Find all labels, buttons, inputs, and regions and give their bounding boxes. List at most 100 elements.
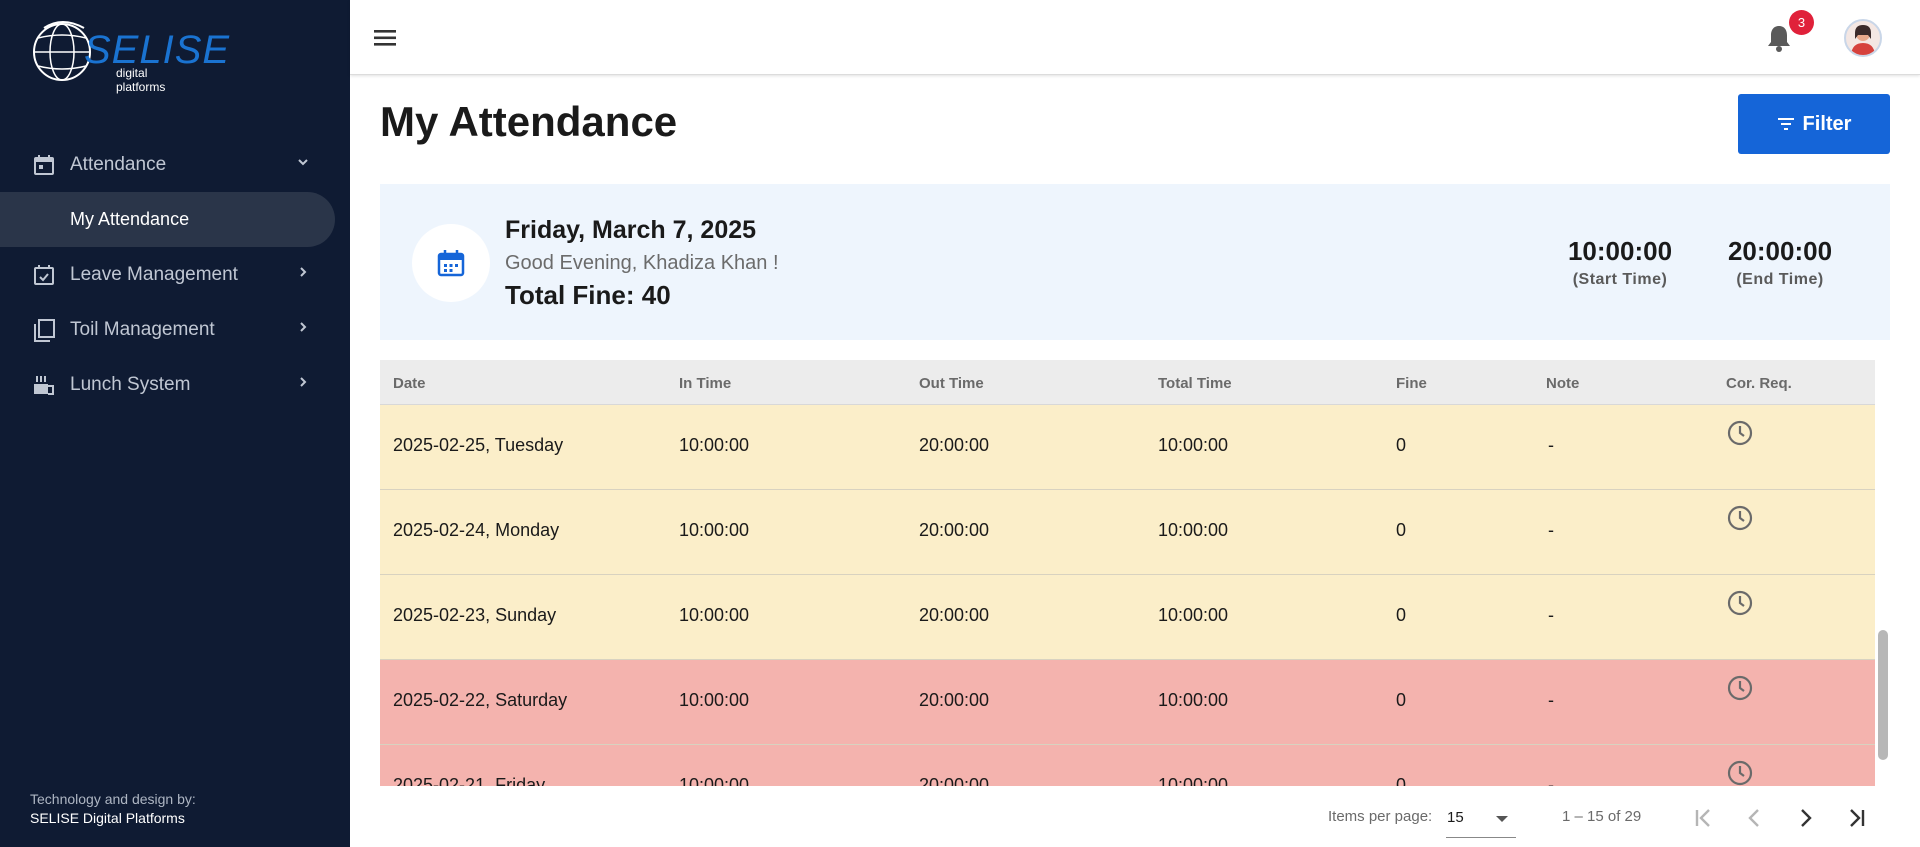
- column-header-correction-request[interactable]: Cor. Req.: [1726, 375, 1792, 392]
- cell-fine: 0: [1396, 605, 1407, 625]
- cell-fine: 0: [1396, 520, 1407, 540]
- cell-out-time: 20:00:00: [919, 775, 990, 786]
- chevron-left-icon: [1748, 809, 1759, 827]
- next-page-button[interactable]: [1787, 800, 1823, 836]
- correction-request-clock-icon[interactable]: [1726, 759, 1754, 786]
- correction-request-clock-icon[interactable]: [1726, 504, 1754, 532]
- brand-tagline: digital platforms: [116, 66, 166, 94]
- last-page-icon: [1850, 809, 1865, 827]
- cell-date: 2025-02-25, Tuesday: [393, 435, 564, 455]
- filter-button-label: Filter: [1802, 112, 1852, 135]
- previous-page-button[interactable]: [1737, 800, 1773, 836]
- sidebar-item-label: Leave Management: [70, 263, 238, 285]
- column-header-note[interactable]: Note: [1546, 375, 1579, 392]
- chevron-right-icon: [1801, 809, 1812, 827]
- cell-fine: 0: [1396, 690, 1407, 710]
- calendar-icon: [30, 151, 58, 179]
- user-avatar[interactable]: [1844, 19, 1882, 57]
- summary-greeting: Good Evening, Khadiza Khan !: [505, 252, 779, 274]
- cell-out-time: 20:00:00: [919, 690, 990, 710]
- table-row: 2025-02-25, Tuesday 10:00:00 20:00:00 10…: [380, 405, 1875, 490]
- sidebar: SELISE digital platforms Attendance My A…: [0, 0, 350, 847]
- chevron-down-icon: [298, 159, 308, 166]
- table-scrollbar-thumb[interactable]: [1878, 630, 1888, 760]
- correction-request-clock-icon[interactable]: [1726, 419, 1754, 447]
- sidebar-item-label: Toil Management: [70, 318, 215, 340]
- cell-in-time: 10:00:00: [679, 520, 750, 540]
- selise-logo[interactable]: SELISE digital platforms: [30, 14, 229, 94]
- sidebar-item-lunch-system[interactable]: Lunch System: [0, 357, 350, 412]
- items-per-page-value: 15: [1447, 809, 1464, 826]
- attendance-summary-card: Friday, March 7, 2025 Good Evening, Khad…: [380, 184, 1890, 340]
- footer-company: SELISE Digital Platforms: [30, 810, 185, 826]
- cell-total-time: 10:00:00: [1158, 520, 1229, 540]
- table-row: 2025-02-23, Sunday 10:00:00 20:00:00 10:…: [380, 575, 1875, 660]
- sidebar-item-leave-management[interactable]: Leave Management: [0, 247, 350, 302]
- column-header-out-time[interactable]: Out Time: [919, 375, 984, 392]
- cell-date: 2025-02-24, Monday: [393, 520, 560, 540]
- start-time-value: 10:00:00: [1567, 236, 1673, 266]
- table-row: 2025-02-22, Saturday 10:00:00 20:00:00 1…: [380, 660, 1875, 745]
- cell-note: -: [1548, 775, 1554, 786]
- end-time-label: (End Time): [1736, 271, 1824, 288]
- cell-note: -: [1548, 605, 1554, 625]
- copy-icon: [30, 316, 58, 344]
- food-tray-icon: [30, 371, 58, 399]
- attendance-table: Date In Time Out Time Total Time Fine No…: [380, 360, 1875, 786]
- calendar-icon: [437, 250, 465, 277]
- cell-total-time: 10:00:00: [1158, 775, 1229, 786]
- cell-date: 2025-02-22, Saturday: [393, 690, 568, 710]
- table-row: 2025-02-24, Monday 10:00:00 20:00:00 10:…: [380, 490, 1875, 575]
- cell-date: 2025-02-21, Friday: [393, 775, 546, 786]
- table-row: 2025-02-21, Friday 10:00:00 20:00:00 10:…: [380, 745, 1875, 786]
- cell-note: -: [1548, 520, 1554, 540]
- items-per-page-select[interactable]: 15: [1446, 800, 1516, 838]
- sidebar-item-my-attendance[interactable]: My Attendance: [0, 192, 335, 247]
- column-header-fine[interactable]: Fine: [1396, 375, 1427, 392]
- cell-date: 2025-02-23, Sunday: [393, 605, 557, 625]
- cell-out-time: 20:00:00: [919, 435, 990, 455]
- correction-request-clock-icon[interactable]: [1726, 589, 1754, 617]
- summary-date: Friday, March 7, 2025: [505, 216, 757, 244]
- cell-fine: 0: [1396, 775, 1407, 786]
- table-header: Date In Time Out Time Total Time Fine No…: [380, 360, 1875, 405]
- page-title: My Attendance: [380, 98, 678, 145]
- end-time-value: 20:00:00: [1727, 236, 1833, 266]
- column-header-date[interactable]: Date: [393, 375, 426, 392]
- cell-note: -: [1548, 690, 1554, 710]
- summary-total-fine: Total Fine: 40: [505, 280, 671, 310]
- cell-total-time: 10:00:00: [1158, 435, 1229, 455]
- chevron-right-icon: [300, 377, 307, 387]
- sidebar-nav: Attendance My Attendance Leave Managemen…: [0, 137, 350, 412]
- hamburger-menu-icon[interactable]: [372, 26, 400, 50]
- start-time-block: 10:00:00 (Start Time): [1555, 236, 1685, 289]
- sidebar-item-label: My Attendance: [70, 209, 190, 229]
- correction-request-clock-icon[interactable]: [1726, 674, 1754, 702]
- sidebar-item-label: Attendance: [70, 153, 167, 175]
- first-page-button[interactable]: [1686, 800, 1722, 836]
- chevron-right-icon: [300, 267, 307, 277]
- cell-fine: 0: [1396, 435, 1407, 455]
- sidebar-item-attendance[interactable]: Attendance: [0, 137, 350, 192]
- calendar-check-icon: [30, 261, 58, 289]
- top-header: 3: [350, 0, 1920, 75]
- dropdown-arrow-icon: [1496, 816, 1508, 822]
- start-time-label: (Start Time): [1572, 271, 1668, 288]
- column-header-in-time[interactable]: In Time: [679, 375, 731, 392]
- cell-in-time: 10:00:00: [679, 775, 750, 786]
- cell-note: -: [1548, 435, 1554, 455]
- notification-count-badge: 3: [1789, 10, 1814, 35]
- sidebar-item-toil-management[interactable]: Toil Management: [0, 302, 350, 357]
- column-header-total-time[interactable]: Total Time: [1158, 375, 1232, 392]
- cell-in-time: 10:00:00: [679, 605, 750, 625]
- filter-icon: [1777, 118, 1794, 130]
- cell-total-time: 10:00:00: [1158, 605, 1229, 625]
- last-page-button[interactable]: [1838, 800, 1874, 836]
- cell-in-time: 10:00:00: [679, 435, 750, 455]
- filter-button[interactable]: Filter: [1738, 94, 1890, 154]
- chevron-right-icon: [300, 322, 307, 332]
- cell-out-time: 20:00:00: [919, 520, 990, 540]
- pagination-range: 1 – 15 of 29: [1562, 808, 1642, 825]
- end-time-block: 20:00:00 (End Time): [1715, 236, 1845, 289]
- cell-out-time: 20:00:00: [919, 605, 990, 625]
